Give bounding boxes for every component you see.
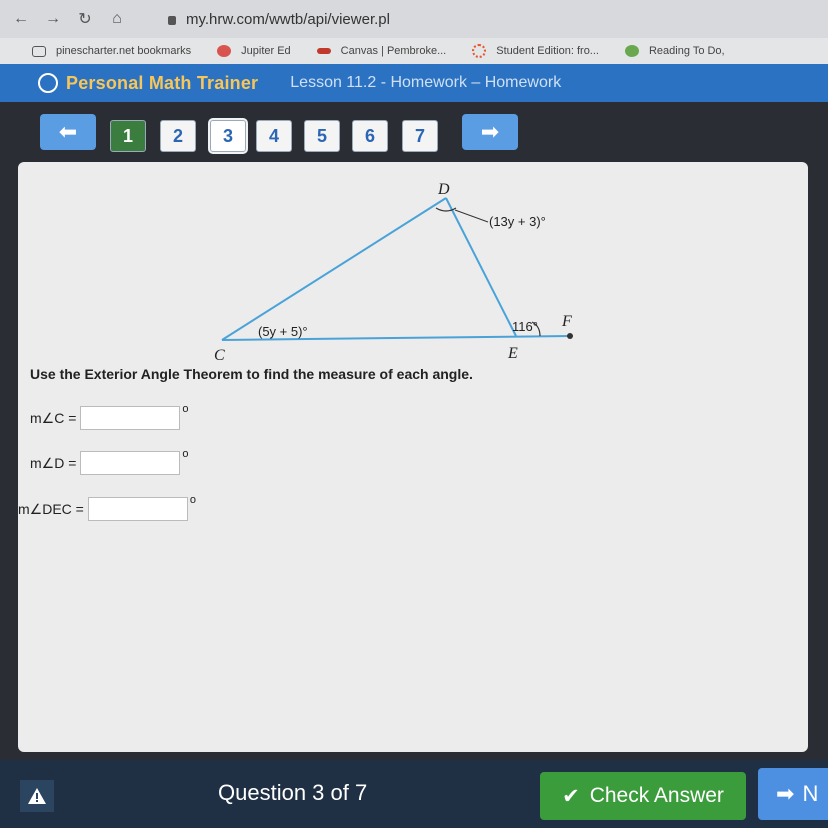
lesson-title: Lesson 11.2 - Homework – Homework [290,74,562,91]
warning-icon [28,788,46,804]
answer-row-d: m∠D = o [30,448,189,475]
bookmark-canvas[interactable]: Canvas | Pembroke... [316,45,447,57]
url-text: my.hrw.com/wwtb/api/viewer.pl [186,10,390,28]
next-button[interactable]: ➡ N [758,768,828,820]
question-1-button[interactable]: 1 [110,120,146,152]
degree-symbol: o [182,448,189,460]
footer-bar: Question 3 of 7 ✔ Check Answer ➡ N [0,760,828,828]
angle-c-prompt: m∠C = [30,409,77,426]
question-6-button[interactable]: 6 [352,120,388,152]
folder-icon [32,45,46,57]
next-question-button[interactable]: ➡ [462,114,518,150]
question-7-button[interactable]: 7 [402,120,438,152]
brand-title: Personal Math Trainer [66,72,259,93]
angle-d-prompt: m∠D = [30,454,77,471]
report-issue-button[interactable] [20,780,54,812]
question-counter: Question 3 of 7 [218,780,368,805]
bookmarks-bar: pinescharter.net bookmarks Jupiter Ed Ca… [0,38,828,64]
degree-symbol: o [189,494,196,506]
home-icon[interactable]: ⌂ [106,8,128,30]
prev-question-button[interactable]: ⬅ [40,114,96,150]
bookmark-label: Jupiter Ed [241,45,291,57]
bookmark-student-edition[interactable]: Student Edition: fro... [472,44,599,58]
browser-toolbar: ← → ↻ ⌂ my.hrw.com/wwtb/api/viewer.pl [0,0,828,38]
bookmark-label: pinescharter.net bookmarks [56,45,192,57]
angle-c-input[interactable] [80,406,181,430]
angle-dec-prompt: m∠DEC = [18,500,84,517]
angle-dec-input[interactable] [87,497,188,521]
next-label: N [802,781,819,806]
app-header: Personal Math Trainer Lesson 11.2 - Home… [0,64,828,102]
answer-row-dec: m∠DEC = o [18,494,196,521]
bookmark-label: Canvas | Pembroke... [340,45,447,57]
bookmark-jupiter-ed[interactable]: Jupiter Ed [217,45,291,57]
degree-symbol: o [182,403,189,415]
jupiter-icon [217,45,232,57]
bookmark-pinescharter[interactable]: pinescharter.net bookmarks [32,45,191,57]
question-nav: ⬅ 1 2 3 4 5 6 7 ➡ [0,102,828,162]
angle-d-input[interactable] [80,451,181,475]
back-icon[interactable]: ← [10,8,32,30]
canvas-icon [316,48,331,54]
check-answer-button[interactable]: ✔ Check Answer [540,772,746,820]
bookmark-label: Student Edition: fro... [496,45,599,57]
answer-row-c: m∠C = o [30,403,189,430]
instruction-text: Use the Exterior Angle Theorem to find t… [30,366,473,382]
reload-icon[interactable]: ↻ [74,8,96,30]
arrow-left-icon: ⬅ [58,119,78,144]
question-3-button[interactable]: 3 [210,120,246,152]
checkmark-icon: ✔ [562,784,580,808]
brain-icon [38,73,58,93]
question-2-button[interactable]: 2 [160,120,196,152]
lock-icon [168,15,176,25]
check-answer-label: Check Answer [589,784,724,807]
arrow-right-icon: ➡ [480,119,500,144]
address-bar[interactable]: my.hrw.com/wwtb/api/viewer.pl [168,11,390,28]
bookmark-label: Reading To Do, [648,45,725,57]
forward-icon[interactable]: → [42,8,64,30]
student-edition-icon [472,44,487,58]
reading-icon [624,45,639,57]
arrow-right-icon: ➡ [776,781,795,806]
question-4-button[interactable]: 4 [256,120,292,152]
question-5-button[interactable]: 5 [304,120,340,152]
bookmark-reading[interactable]: Reading To Do, [624,45,725,57]
